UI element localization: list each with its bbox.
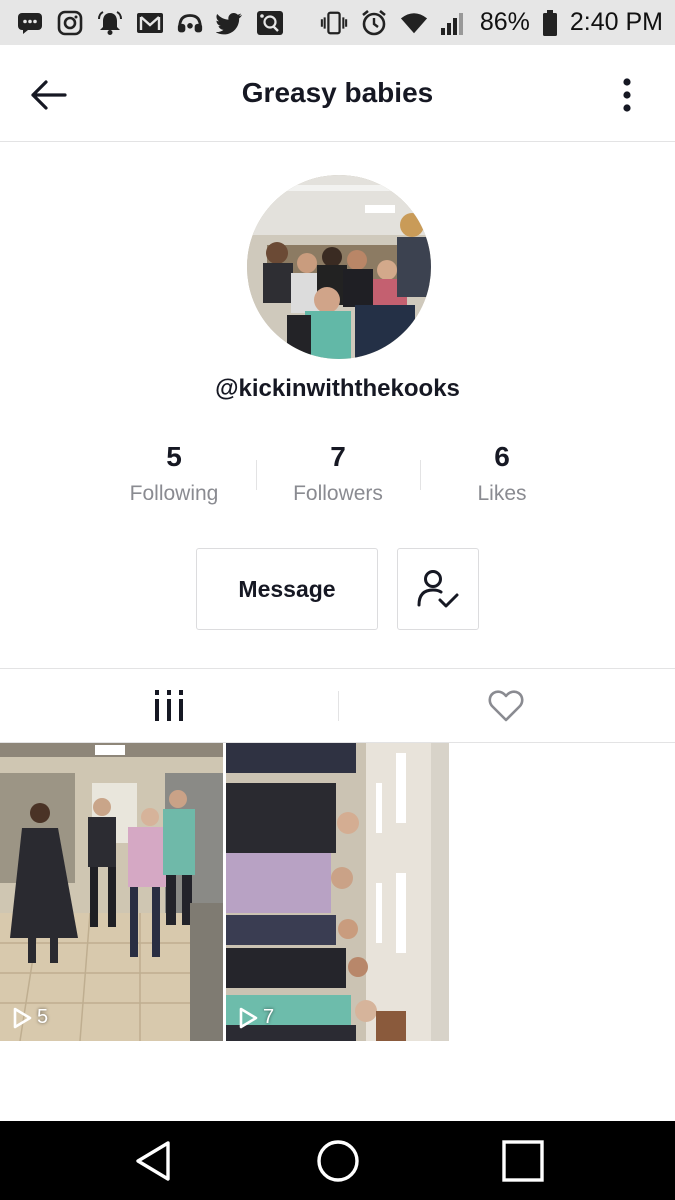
video-thumbnail[interactable]: 7 — [226, 743, 449, 1041]
stat-following[interactable]: 5 Following — [92, 440, 256, 510]
photo-icon — [256, 10, 284, 36]
video-grid: 5 7 — [0, 743, 675, 1041]
likes-count: 6 — [494, 441, 510, 472]
following-count: 5 — [166, 441, 182, 472]
messages-icon — [16, 10, 44, 36]
heart-icon — [488, 689, 524, 721]
stat-likes: 6 Likes — [420, 440, 584, 510]
nav-back-icon — [135, 1140, 170, 1181]
more-options-button[interactable] — [607, 73, 647, 117]
play-icon — [13, 1007, 32, 1028]
instagram-icon — [56, 10, 84, 36]
more-vertical-icon — [623, 78, 631, 112]
twitter-icon — [216, 10, 244, 36]
signal-icon — [440, 10, 468, 36]
video-thumbnail-image — [226, 743, 449, 1041]
profile-stats: 5 Following 7 Followers 6 Likes — [92, 440, 584, 510]
play-icon — [239, 1007, 258, 1028]
headset-icon — [176, 10, 204, 36]
content-bottom-padding — [0, 1041, 675, 1121]
grid-icon — [154, 689, 183, 721]
nav-home-icon — [316, 1139, 359, 1182]
profile-header: Greasy babies — [0, 45, 675, 142]
user-check-icon — [417, 570, 459, 608]
wifi-icon — [400, 10, 428, 36]
system-nav-bar — [0, 1121, 675, 1200]
clock: 2:40 PM — [569, 8, 663, 36]
view-count-value: 5 — [37, 1006, 49, 1028]
view-count: 7 — [238, 1006, 274, 1029]
nav-recents-button[interactable] — [483, 1131, 563, 1191]
video-thumbnail-image — [0, 743, 223, 1041]
nav-recents-icon — [501, 1139, 544, 1182]
status-bar-notifications — [16, 10, 284, 36]
stat-followers[interactable]: 7 Followers — [256, 440, 420, 510]
likes-label: Likes — [477, 482, 527, 505]
message-button[interactable]: Message — [196, 548, 378, 630]
view-count: 5 — [12, 1006, 48, 1029]
battery-icon — [542, 9, 558, 36]
view-count-value: 7 — [263, 1006, 275, 1028]
gmail-icon — [136, 10, 164, 36]
alarm-icon — [360, 9, 388, 36]
profile-tabs — [0, 668, 675, 743]
battery-percent: 86% — [479, 8, 530, 36]
back-arrow-icon — [31, 80, 67, 110]
tab-videos[interactable] — [0, 669, 338, 742]
status-bar: 86% 2:40 PM — [0, 0, 675, 45]
following-status-button[interactable] — [397, 548, 479, 630]
followers-count: 7 — [330, 441, 346, 472]
username: @kickinwiththekooks — [215, 375, 460, 402]
tab-liked[interactable] — [337, 669, 675, 742]
avatar-photo — [247, 175, 431, 359]
nav-back-button[interactable] — [113, 1131, 193, 1191]
avatar[interactable] — [247, 175, 431, 359]
following-label: Following — [129, 482, 219, 505]
video-thumbnail[interactable]: 5 — [0, 743, 223, 1041]
vibrate-icon — [320, 10, 348, 36]
followers-label: Followers — [293, 482, 383, 505]
status-bar-system: 86% 2:40 PM — [320, 8, 663, 37]
notification-bell-icon — [96, 10, 124, 36]
page-title: Greasy babies — [241, 77, 434, 108]
back-button[interactable] — [26, 73, 70, 117]
nav-home-button[interactable] — [298, 1131, 378, 1191]
